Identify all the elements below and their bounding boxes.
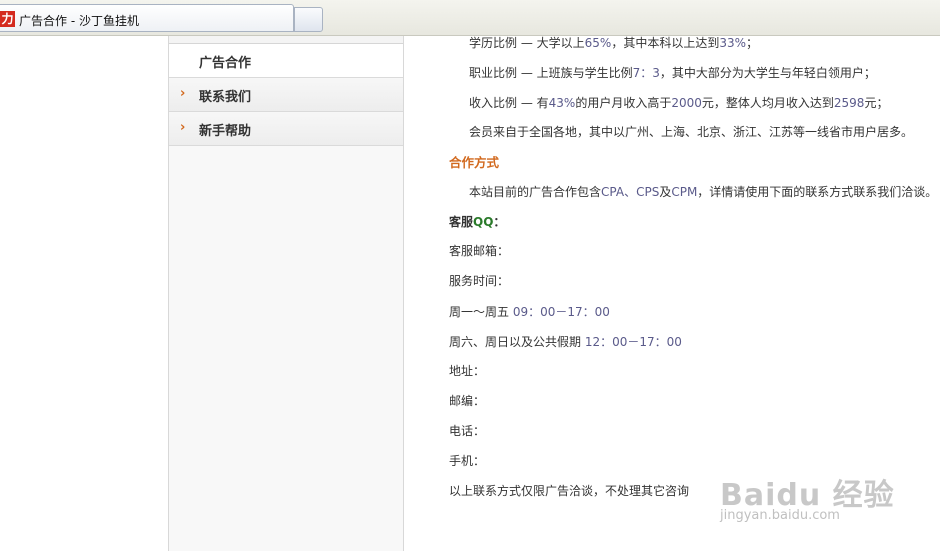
mobile-label: 手机： (449, 454, 486, 468)
watermark-url: jingyan.baidu.com (720, 508, 840, 523)
chevron-right-icon: › (180, 86, 186, 101)
phone-label: 电话： (449, 424, 486, 438)
browser-tab-strip: 力 广告合作 - 沙丁鱼挂机 (0, 0, 940, 36)
baidu-jingyan-watermark: Baidu 经验 jingyan.baidu.com (720, 452, 920, 530)
address-label: 地址： (449, 364, 486, 378)
new-tab-button[interactable] (294, 7, 323, 32)
stat-education: 学历比例 — 大学以上65%，其中本科以上达到33%； (469, 36, 759, 50)
email-label: 客服邮箱： (449, 244, 510, 258)
sidebar-item-label: 新手帮助 (199, 124, 252, 139)
sidebar-item-contact-us[interactable]: › 联系我们 (169, 78, 403, 112)
stat-occupation: 职业比例 — 上班族与学生比例7：3，其中大部分为大学生与年轻白领用户； (469, 66, 876, 80)
sidebar-item-ad-cooperation[interactable]: 广告合作 (169, 44, 403, 78)
weekend-hours: 周六、周日以及公共假期 12：00－17：00 (449, 335, 682, 349)
postcode-label: 邮编： (449, 394, 486, 408)
stat-region: 会员来自于全国各地，其中以广州、上海、北京、浙江、江苏等一线省市用户居多。 (469, 125, 914, 139)
section-title-cooperation: 合作方式 (449, 155, 500, 170)
contact-notice: 以上联系方式仅限广告洽谈，不处理其它咨询 (449, 484, 690, 498)
weekday-hours: 周一～周五 09：00－17：00 (449, 305, 610, 319)
sidebar-nav: 广告合作 › 联系我们 › 新手帮助 (168, 36, 404, 551)
tab-title: 广告合作 - 沙丁鱼挂机 (19, 14, 139, 28)
sidebar-item-label: 联系我们 (199, 90, 252, 105)
stat-income: 收入比例 — 有43%的用户月收入高于2000元，整体人均月收入达到2598元； (469, 96, 889, 110)
sidebar-item-label: 广告合作 (199, 56, 252, 71)
sidebar-item-beginner-help[interactable]: › 新手帮助 (169, 112, 403, 146)
sidebar-top-divider (169, 36, 403, 44)
service-time-label: 服务时间： (449, 274, 510, 288)
site-favicon-icon: 力 (0, 11, 15, 27)
browser-tab[interactable]: 力 广告合作 - 沙丁鱼挂机 (0, 4, 294, 32)
cooperation-text: 本站目前的广告合作包含CPA、CPS及CPM，详情请使用下面的联系方式联系我们洽… (469, 185, 938, 199)
qq-label: 客服QQ： (449, 215, 506, 229)
chevron-right-icon: › (180, 120, 186, 135)
